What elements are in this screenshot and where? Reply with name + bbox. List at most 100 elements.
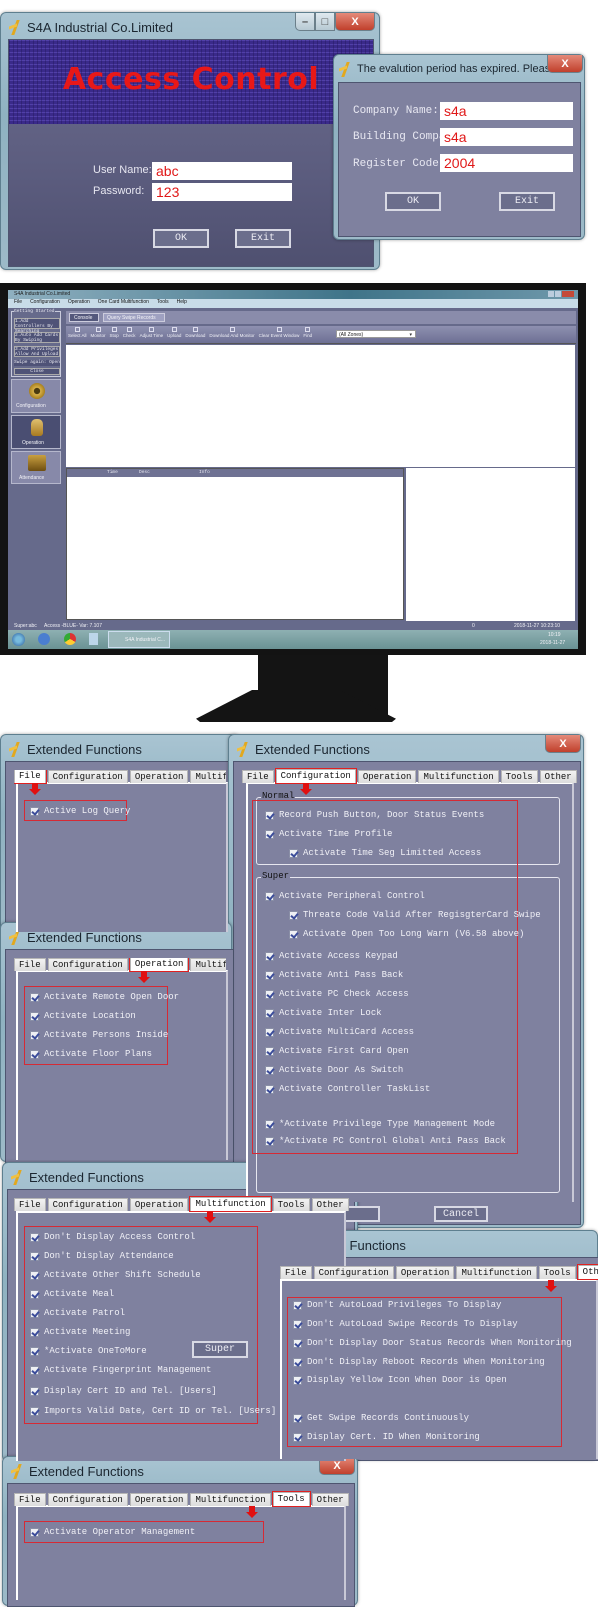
tab-configuration[interactable]: Configuration	[47, 1493, 128, 1506]
start-button[interactable]	[12, 633, 25, 646]
tab-operation[interactable]: Operation	[129, 770, 189, 783]
close-button[interactable]: X	[547, 55, 583, 73]
tab-file[interactable]: File	[14, 958, 46, 971]
checkbox-don-t-display-attendance[interactable]: Don't Display Attendance	[30, 1251, 174, 1261]
tab-console[interactable]: Console	[69, 313, 99, 322]
toolbar-download[interactable]: Download	[185, 327, 205, 338]
checkbox-activate-location[interactable]: Activate Location	[30, 1011, 136, 1021]
checkbox-activate-anti-pass-back[interactable]: Activate Anti Pass Back	[265, 970, 403, 980]
chrome-icon[interactable]	[64, 633, 76, 645]
menu-configuration[interactable]: Configuration	[30, 299, 60, 308]
nav-operation[interactable]: Operation	[11, 415, 61, 449]
checkbox-activate-inter-lock[interactable]: Activate Inter Lock	[265, 1008, 382, 1018]
menu-file[interactable]: File	[14, 299, 22, 308]
close-button[interactable]: X	[545, 735, 581, 753]
tab-configuration[interactable]: Configuration	[274, 768, 357, 784]
checkbox-imports-valid-date-cert-id-or-tel-users[interactable]: Imports Valid Date, Cert ID or Tel. [Use…	[30, 1406, 276, 1416]
tab-multifunction[interactable]: Multifunction	[189, 1196, 272, 1212]
tab-configuration[interactable]: Configuration	[313, 1266, 394, 1279]
tab-file[interactable]: File	[280, 1266, 312, 1279]
notepad-icon[interactable]	[89, 633, 98, 645]
tab-file[interactable]: File	[14, 1493, 46, 1506]
password-input[interactable]	[152, 183, 292, 201]
main-max-button[interactable]	[555, 291, 561, 297]
register-ok-button[interactable]: OK	[385, 192, 441, 211]
checkbox-don-t-display-door-status-records-when-monitoring[interactable]: Don't Display Door Status Records When M…	[293, 1338, 572, 1348]
checkbox-activate-first-card-open[interactable]: Activate First Card Open	[265, 1046, 409, 1056]
toolbar-monitor[interactable]: Monitor	[91, 327, 106, 338]
checkbox-active-log-query[interactable]: Active Log Query	[30, 806, 130, 816]
tab-operation[interactable]: Operation	[129, 1493, 189, 1506]
toolbar-find[interactable]: Find	[303, 327, 312, 338]
minimize-button[interactable]: –	[295, 13, 315, 31]
checkbox-don-t-autoload-swipe-records-to-display[interactable]: Don't AutoLoad Swipe Records To Display	[293, 1319, 518, 1329]
toolbar-stop[interactable]: Stop	[110, 327, 119, 338]
zone-select[interactable]: (All Zones) ▾	[336, 330, 416, 338]
toolbar-check[interactable]: Check	[123, 327, 136, 338]
tab-multifunction[interactable]: Multifunction	[190, 770, 226, 783]
checkbox-activate-privilege-type-management-mode[interactable]: *Activate Privilege Type Management Mode	[265, 1119, 495, 1129]
checkbox-don-t-display-reboot-records-when-monitoring[interactable]: Don't Display Reboot Records When Monito…	[293, 1357, 545, 1367]
nav-configuration[interactable]: Configuration	[11, 379, 61, 413]
checkbox-get-swipe-records-continuously[interactable]: Get Swipe Records Continuously	[293, 1413, 469, 1423]
toolbar-clear-event-window[interactable]: Clear Event Window	[259, 327, 299, 338]
checkbox-don-t-display-access-control[interactable]: Don't Display Access Control	[30, 1232, 195, 1242]
checkbox-activate-meal[interactable]: Activate Meal	[30, 1289, 114, 1299]
tab-operation[interactable]: Operation	[128, 958, 190, 972]
getting-started-close[interactable]: Close	[14, 368, 60, 375]
checkbox-activate-persons-inside[interactable]: Activate Persons Inside	[30, 1030, 168, 1040]
tab-operation[interactable]: Operation	[129, 1198, 189, 1211]
tab-file[interactable]: File	[14, 1198, 46, 1211]
menu-one-card-multifunction[interactable]: One Card Multifunction	[98, 299, 149, 308]
tab-operation[interactable]: Operation	[395, 1266, 455, 1279]
step-1[interactable]: 1.Add Controllers By Searching	[14, 318, 60, 334]
step-3[interactable]: 3.Add Privileges Allow And Upload	[14, 346, 60, 357]
tab-other[interactable]: Other	[311, 1198, 349, 1211]
checkbox-display-cert-id-and-tel-users[interactable]: Display Cert ID and Tel. [Users]	[30, 1386, 217, 1396]
menu-help[interactable]: Help	[177, 299, 187, 308]
tab-other[interactable]: Other	[576, 1264, 598, 1280]
checkbox-display-yellow-icon-when-door-is-open[interactable]: Display Yellow Icon When Door is Open	[293, 1375, 507, 1385]
checkbox-activate-time-seg-limitted-access[interactable]: Activate Time Seg Limitted Access	[289, 848, 481, 858]
menu-tools[interactable]: Tools	[157, 299, 169, 308]
company-name-input[interactable]	[440, 102, 573, 120]
building-company-input[interactable]	[440, 128, 573, 146]
nav-attendance[interactable]: Attendance	[11, 451, 61, 484]
tab-file[interactable]: File	[242, 770, 274, 783]
checkbox-activate-remote-open-door[interactable]: Activate Remote Open Door	[30, 992, 179, 1002]
checkbox-activate-time-profile[interactable]: Activate Time Profile	[265, 829, 392, 839]
tab-multifunction[interactable]: Multifunction	[190, 1493, 271, 1506]
ie-icon[interactable]	[38, 633, 50, 645]
tab-other[interactable]: Other	[539, 770, 577, 783]
checkbox-activate-door-as-switch[interactable]: Activate Door As Switch	[265, 1065, 403, 1075]
checkbox-activate-fingerprint-management[interactable]: Activate Fingerprint Management	[30, 1365, 211, 1375]
checkbox-activate-other-shift-schedule[interactable]: Activate Other Shift Schedule	[30, 1270, 201, 1280]
toolbar-adjust-time[interactable]: Adjust Time	[140, 327, 163, 338]
toolbar-select-all[interactable]: Select All	[68, 327, 87, 338]
tab-tools[interactable]: Tools	[500, 770, 538, 783]
step-2[interactable]: 2.Auto Add Cards By Swiping	[14, 332, 60, 343]
login-exit-button[interactable]: Exit	[235, 229, 291, 248]
tab-tools[interactable]: Tools	[271, 1491, 311, 1507]
super-button[interactable]: Super	[192, 1341, 248, 1358]
register-code-input[interactable]	[440, 154, 573, 172]
checkbox-threate-code-valid-after-regisgtercard-swipe[interactable]: Threate Code Valid After RegisgterCard S…	[289, 910, 541, 920]
checkbox-activate-operator-management[interactable]: Activate Operator Management	[30, 1527, 195, 1537]
checkbox-activate-access-keypad[interactable]: Activate Access Keypad	[265, 951, 398, 961]
tab-multifunction[interactable]: Multifunction	[456, 1266, 537, 1279]
checkbox-record-push-button-door-status-events[interactable]: Record Push Button, Door Status Events	[265, 810, 484, 820]
main-close-button[interactable]	[562, 291, 574, 297]
user-name-input[interactable]	[152, 162, 292, 180]
menu-operation[interactable]: Operation	[68, 299, 90, 308]
tab-file[interactable]: File	[14, 770, 47, 784]
tab-configuration[interactable]: Configuration	[47, 958, 128, 971]
tab-configuration[interactable]: Configuration	[47, 770, 128, 783]
checkbox-activate-controller-tasklist[interactable]: Activate Controller TaskList	[265, 1084, 430, 1094]
register-exit-button[interactable]: Exit	[499, 192, 555, 211]
taskbar-app-button[interactable]: S4A Industrial C...	[108, 631, 170, 648]
tab-operation[interactable]: Operation	[357, 770, 417, 783]
checkbox-don-t-autoload-privileges-to-display[interactable]: Don't AutoLoad Privileges To Display	[293, 1300, 501, 1310]
checkbox-activate-meeting[interactable]: Activate Meeting	[30, 1327, 130, 1337]
toolbar-download-and-monitor[interactable]: Download And Monitor	[209, 327, 255, 338]
checkbox-activate-floor-plans[interactable]: Activate Floor Plans	[30, 1049, 152, 1059]
